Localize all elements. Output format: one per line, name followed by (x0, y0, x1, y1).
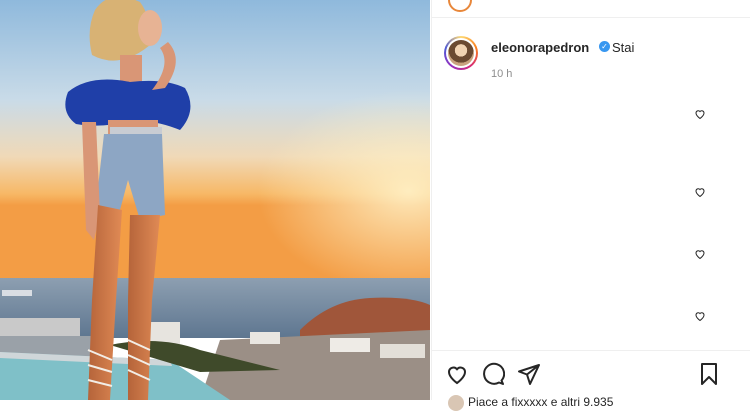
bookmark-icon[interactable] (697, 362, 721, 386)
heart-icon[interactable] (694, 108, 706, 120)
likes-summary[interactable]: Piace a fixxxxx e altri 9.935 (448, 395, 613, 411)
heart-icon[interactable] (694, 186, 706, 198)
verified-badge-icon: ✓ (599, 41, 610, 52)
top-avatar[interactable] (448, 0, 472, 12)
avatar[interactable] (444, 36, 478, 70)
username-link[interactable]: eleonorapedron (491, 40, 589, 55)
share-icon[interactable] (517, 362, 541, 386)
heart-icon[interactable] (694, 310, 706, 322)
sunset-photo-image (0, 0, 430, 400)
post-header: eleonorapedron ✓ Stai (444, 36, 741, 72)
post-photo[interactable] (0, 0, 430, 400)
post-actions-bar: Piace a fixxxxx e altri 9.935 (432, 350, 750, 411)
previous-section-divider (432, 0, 750, 18)
post-caption: Stai (612, 40, 635, 55)
liker-avatar (448, 395, 464, 411)
heart-icon[interactable] (694, 248, 706, 260)
likes-text: Piace a fixxxxx e altri 9.935 (468, 395, 614, 410)
post-sidebar: eleonorapedron ✓ Stai 10 h Piace a fixxx… (431, 0, 750, 411)
avatar-image (448, 40, 474, 66)
post-timestamp[interactable]: 10 h (491, 68, 512, 80)
heart-icon[interactable] (445, 362, 469, 386)
comment-icon[interactable] (481, 362, 506, 386)
